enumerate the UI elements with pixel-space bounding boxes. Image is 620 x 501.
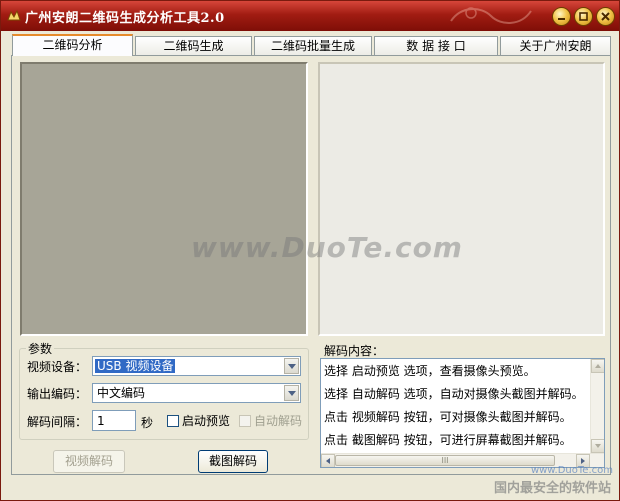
tab-qr-generate[interactable]: 二维码生成	[135, 36, 252, 56]
result-textarea[interactable]: 选择 启动预览 选项，查看摄像头预览。 选择 自动解码 选项，自动对摄像头截图并…	[320, 358, 605, 468]
start-preview-checkbox[interactable]: 启动预览	[167, 412, 230, 429]
close-button[interactable]	[596, 7, 615, 26]
tab-bar: 二维码分析 二维码生成 二维码批量生成 数 据 接 口 关于广州安朗	[11, 34, 611, 56]
chevron-down-icon[interactable]	[284, 358, 299, 374]
params-legend: 参数	[28, 342, 53, 356]
corner-watermark: www.DuoTe.com	[530, 465, 613, 476]
chevron-down-icon[interactable]	[284, 385, 299, 401]
encoding-select[interactable]: 中文编码	[92, 383, 301, 403]
title-bar[interactable]: 广州安朗二维码生成分析工具2.0	[1, 1, 619, 31]
result-line: 选择 自动解码 选项，自动对摄像头截图并解码。	[324, 387, 584, 401]
tab-data-interface[interactable]: 数 据 接 口	[374, 36, 498, 56]
result-line: 点击 视频解码 按钮，可对摄像头截图并解码。	[324, 410, 572, 424]
window-title: 广州安朗二维码生成分析工具2.0	[25, 11, 225, 26]
tab-content: 参数 视频设备： USB 视频设备 输出编码： 中文编码 解码间隔： 1 秒 启…	[11, 55, 611, 475]
watermark-text: www.DuoTe.com	[191, 231, 463, 264]
device-label: 视频设备：	[27, 360, 88, 374]
encoding-label: 输出编码：	[27, 387, 88, 401]
tab-qr-batch[interactable]: 二维码批量生成	[254, 36, 372, 56]
interval-label: 解码间隔：	[27, 415, 88, 429]
decode-image-preview	[318, 62, 605, 336]
device-select-value: USB 视频设备	[95, 359, 176, 373]
interval-input[interactable]: 1	[92, 410, 136, 431]
camera-preview	[20, 62, 308, 336]
result-line: 点击 截图解码 按钮，可进行屏幕截图并解码。	[324, 433, 572, 447]
screenshot-decode-button[interactable]: 截图解码	[198, 450, 268, 473]
tab-qr-analysis[interactable]: 二维码分析	[12, 34, 133, 56]
maximize-button[interactable]	[574, 7, 593, 26]
result-line: 选择 启动预览 选项，查看摄像头预览。	[324, 364, 536, 378]
title-decoration-icon	[450, 7, 532, 24]
checkbox-box[interactable]	[167, 414, 179, 427]
scroll-left-icon[interactable]	[321, 454, 335, 467]
vertical-scrollbar[interactable]	[590, 359, 604, 453]
auto-decode-label: 自动解码	[254, 414, 303, 428]
scroll-down-icon[interactable]	[591, 439, 604, 453]
result-label: 解码内容：	[324, 344, 385, 358]
video-decode-button[interactable]: 视频解码	[53, 450, 125, 473]
checkbox-box[interactable]	[239, 414, 251, 427]
start-preview-label: 启动预览	[182, 414, 231, 428]
scroll-up-icon[interactable]	[591, 359, 604, 373]
minimize-button[interactable]	[552, 7, 571, 26]
encoding-select-value: 中文编码	[97, 386, 146, 400]
tab-about[interactable]: 关于广州安朗	[500, 36, 611, 56]
auto-decode-checkbox[interactable]: 自动解码	[239, 412, 302, 429]
app-window: 广州安朗二维码生成分析工具2.0 二维码分析 二维码生成 二维码批量生成 数 据…	[0, 0, 620, 501]
app-logo-icon	[7, 9, 21, 21]
scroll-thumb[interactable]: III	[335, 455, 555, 466]
interval-unit: 秒	[141, 416, 154, 430]
device-select[interactable]: USB 视频设备	[92, 356, 301, 376]
corner-watermark-slogan: 国内最安全的软件站	[493, 481, 611, 496]
